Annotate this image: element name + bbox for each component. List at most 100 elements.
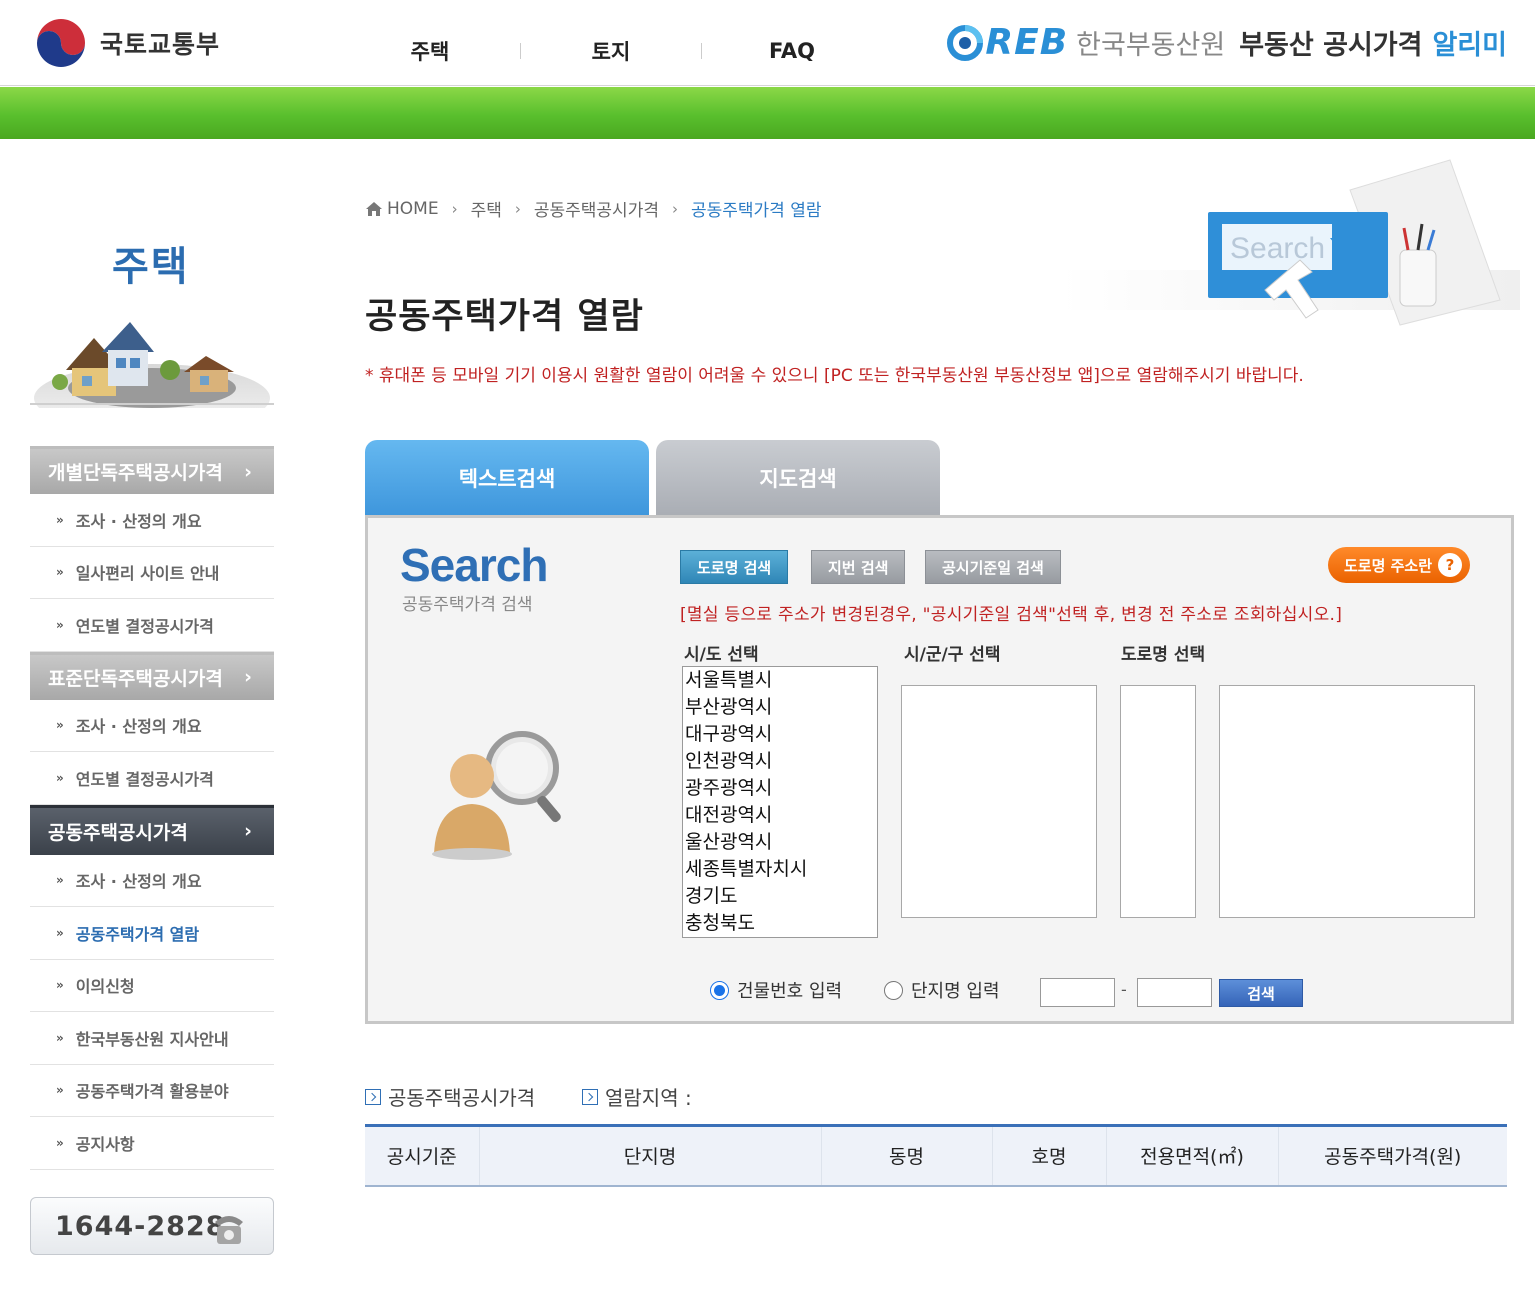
sidebar-item-yearly-price[interactable]: » 연도별 결정공시가격: [30, 752, 274, 805]
sidebar-group-label: 공동주택공시가격: [48, 821, 188, 844]
nav-land[interactable]: 토지: [561, 36, 661, 66]
nav-housing[interactable]: 주택: [380, 36, 480, 66]
sido-select-list[interactable]: 서울특별시 부산광역시 대구광역시 인천광역시 광주광역시 대전광역시 울산광역…: [682, 666, 878, 938]
hero-search-word: Search: [1230, 232, 1325, 265]
sidebar-item-branch-guide[interactable]: » 한국부동산원 지사안내: [30, 1012, 274, 1065]
reb-brand[interactable]: REB 한국부동산원 부동산 공시가격 알리미: [947, 22, 1507, 63]
number-dash: -: [1121, 980, 1127, 999]
result-region-label: 열람지역 :: [582, 1082, 692, 1111]
road-name-select-list[interactable]: [1219, 685, 1475, 918]
sidebar-item-label: 공동주택가격 열람: [75, 924, 200, 944]
col-area: 전용면적(㎡): [1105, 1125, 1278, 1186]
col-complex-name: 단지명: [478, 1125, 821, 1186]
sidebar-item-ilsapyeonri-guide[interactable]: » 일사편리 사이트 안내: [30, 547, 274, 599]
radio-building-number[interactable]: 건물번호 입력: [710, 977, 842, 1003]
sidebar-item-label: 조사 · 산정의 개요: [75, 511, 202, 531]
gov-logo[interactable]: 국토교통부: [32, 14, 220, 72]
road-name-search-button[interactable]: 도로명 검색: [680, 550, 789, 584]
radio-selected-icon[interactable]: [710, 980, 729, 1000]
sido-option[interactable]: 인천광역시: [685, 748, 877, 775]
double-chevron-icon: »: [56, 925, 64, 940]
sido-option[interactable]: 세종특별자치시: [685, 856, 877, 883]
sidebar-item-label: 공지사항: [75, 1134, 135, 1154]
breadcrumb: HOME › 주택 › 공동주택공시가격 › 공동주택가격 열람: [365, 196, 822, 221]
double-chevron-icon: »: [56, 617, 64, 632]
sido-option[interactable]: 울산광역시: [685, 829, 877, 856]
road-select-label: 도로명 선택: [1121, 645, 1206, 665]
nav-divider: [520, 43, 521, 59]
result-price-text: 공동주택공시가격: [388, 1086, 536, 1110]
col-building: 동명: [820, 1125, 992, 1186]
search-hero-illustration: Search: [1060, 159, 1520, 326]
breadcrumb-apartment-price[interactable]: 공동주택공시가격: [534, 196, 659, 221]
question-icon: ?: [1438, 553, 1463, 577]
result-table: 공시기준 단지명 동명 호명 전용면적(㎡) 공동주택가격(원): [365, 1124, 1507, 1187]
sido-option[interactable]: 경기도: [685, 883, 877, 910]
sidebar-item-label: 공동주택가격 활용분야: [75, 1082, 229, 1102]
lot-number-search-button[interactable]: 지번 검색: [811, 550, 906, 584]
double-chevron-icon: »: [56, 978, 64, 993]
sido-option[interactable]: 대구광역시: [685, 721, 877, 748]
sidebar-item-label: 한국부동산원 지사안내: [75, 1029, 229, 1049]
radio-unselected-icon[interactable]: [884, 980, 903, 1000]
sigungu-select-list[interactable]: [901, 685, 1097, 918]
double-chevron-icon: »: [56, 512, 64, 527]
double-chevron-icon: »: [56, 1083, 64, 1098]
address-change-warning: [멸실 등으로 주소가 변경된경우, "공시기준일 검색"선택 후, 변경 전 …: [680, 605, 1343, 625]
mobile-notice: * 휴대폰 등 모바일 기기 이용시 원활한 열람이 어려울 수 있으니 [PC…: [365, 366, 1304, 386]
double-chevron-icon: »: [56, 1135, 64, 1150]
sidebar-nav: 개별단독주택공시가격 › » 조사 · 산정의 개요 » 일사편리 사이트 안내 »…: [30, 446, 274, 1170]
sidebar-group-individual-house[interactable]: 개별단독주택공시가격 ›: [30, 446, 274, 494]
sidebar-group-standard-house[interactable]: 표준단독주택공시가격 ›: [30, 651, 274, 700]
brand-org: 한국부동산원: [1076, 30, 1226, 61]
nav-faq[interactable]: FAQ: [742, 39, 842, 63]
chevron-right-icon: ›: [671, 199, 678, 218]
double-chevron-icon: »: [56, 873, 64, 888]
sidebar-item-objection[interactable]: » 이의신청: [30, 960, 274, 1012]
sido-option[interactable]: 광주광역시: [685, 775, 877, 802]
sidebar-item-notice[interactable]: » 공지사항: [30, 1117, 274, 1170]
chevron-right-icon: ›: [244, 820, 252, 842]
sido-option[interactable]: 대전광역시: [685, 802, 877, 829]
radio-complex-label: 단지명 입력: [911, 981, 1000, 1002]
result-price-label: 공동주택공시가격: [365, 1082, 535, 1111]
base-date-search-button[interactable]: 공시기준일 검색: [925, 550, 1061, 584]
building-sub-number-input[interactable]: [1137, 978, 1212, 1007]
road-initial-select-list[interactable]: [1120, 685, 1196, 918]
sidebar-item-usage-field[interactable]: » 공동주택가격 활용분야: [30, 1065, 274, 1117]
search-logo: Search: [400, 539, 548, 591]
tab-text-search[interactable]: 텍스트검색: [365, 440, 649, 516]
sidebar-item-survey-overview[interactable]: » 조사 · 산정의 개요: [30, 494, 274, 547]
sidebar-item-label: 조사 · 산정의 개요: [75, 717, 202, 737]
breadcrumb-housing[interactable]: 주택: [471, 196, 502, 221]
sidebar-item-yearly-price[interactable]: » 연도별 결정공시가격: [30, 599, 274, 652]
sidebar-group-apartment[interactable]: 공동주택공시가격 ›: [30, 804, 274, 855]
double-chevron-icon: »: [56, 1030, 64, 1045]
brand-service: 부동산 공시가격: [1239, 30, 1423, 61]
building-main-number-input[interactable]: [1040, 978, 1115, 1007]
chevron-right-icon: ›: [244, 460, 252, 483]
sidebar-group-label: 개별단독주택공시가격: [48, 462, 223, 484]
page-title: 공동주택가격 열람: [365, 297, 644, 337]
breadcrumb-home[interactable]: HOME: [387, 199, 439, 219]
tab-map-search[interactable]: 지도검색: [656, 440, 940, 516]
radio-complex-name[interactable]: 단지명 입력: [884, 977, 1000, 1003]
sidebar-item-label: 연도별 결정공시가격: [75, 769, 214, 789]
phone-number: 1644-2828: [55, 1210, 226, 1242]
sidebar-item-apartment-price-view[interactable]: » 공동주택가격 열람: [30, 907, 274, 960]
road-address-guide-button[interactable]: 도로명 주소란 ?: [1328, 547, 1471, 583]
sigungu-select-label: 시/군/구 선택: [904, 645, 1001, 665]
sido-option[interactable]: 부산광역시: [685, 694, 877, 721]
search-submit-button[interactable]: 검색: [1219, 979, 1303, 1007]
sido-option[interactable]: 서울특별시: [685, 667, 877, 694]
sidebar-item-survey-overview[interactable]: » 조사 · 산정의 개요: [30, 855, 274, 907]
col-base-date: 공시기준: [365, 1125, 479, 1186]
sidebar-item-survey-overview[interactable]: » 조사 · 산정의 개요: [30, 700, 274, 752]
col-price: 공동주택가격(원): [1277, 1125, 1507, 1186]
sido-option[interactable]: 충청북도: [685, 910, 877, 937]
chevron-right-icon: ›: [244, 666, 252, 688]
top-header: 국토교통부 주택 토지 FAQ REB 한국부동산원 부동산 공시가격 알리미: [0, 0, 1535, 86]
telephone-icon: [215, 1216, 243, 1244]
sidebar-item-label: 조사 · 산정의 개요: [75, 872, 202, 892]
reb-logo-icon: [947, 24, 984, 61]
